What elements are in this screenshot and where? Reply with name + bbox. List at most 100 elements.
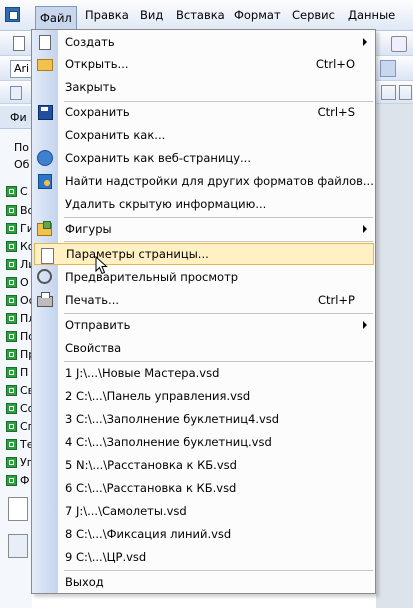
toolbar-button-icon[interactable] xyxy=(381,85,396,100)
save-disk-icon xyxy=(38,105,53,120)
shapes-panel-title: Фи xyxy=(10,111,27,124)
menu-data[interactable]: Данные xyxy=(346,7,397,24)
menu-item-shapes[interactable]: Фигуры xyxy=(32,218,375,240)
recent-file-item[interactable]: 2 C:\...\Панель управления.vsd xyxy=(32,385,375,407)
stencil-icon xyxy=(6,223,17,234)
toolbar-button-icon[interactable] xyxy=(399,85,412,100)
stencil-item[interactable]: Св xyxy=(6,382,34,399)
align-left-icon[interactable] xyxy=(380,60,396,77)
stencil-icon xyxy=(6,259,17,270)
recent-file-item[interactable]: 8 C:\...\Фиксация линий.vsd xyxy=(32,523,375,545)
stencil-icon xyxy=(6,421,17,432)
menu-edit[interactable]: Правка xyxy=(83,7,131,24)
stencil-item[interactable]: Ос xyxy=(6,292,35,309)
stencil-icon xyxy=(6,241,17,252)
stencil-icon xyxy=(6,403,17,414)
recent-file-item[interactable]: 5 N:\...\Расстановка к КБ.vsd xyxy=(32,454,375,476)
stencil-item[interactable]: Ко xyxy=(6,238,35,255)
new-document-icon[interactable] xyxy=(13,36,25,51)
stencil-item[interactable]: Те xyxy=(6,436,34,453)
recent-file-item[interactable]: 7 J:\...\Самолеты.vsd xyxy=(32,500,375,522)
shape-thumbnail[interactable] xyxy=(8,497,28,521)
menu-item-save-as-web-page[interactable]: Сохранить как веб-страницу... xyxy=(32,147,375,169)
stencil-item[interactable]: С xyxy=(6,183,32,200)
standard-toolbar xyxy=(0,31,32,56)
submenu-arrow-icon xyxy=(363,321,367,329)
menu-item-close[interactable]: Закрыть xyxy=(32,76,375,98)
menu-item-print-preview[interactable]: Предварительный просмотр xyxy=(32,266,375,288)
drawing-canvas-edge xyxy=(376,104,413,608)
shortcut-label: Ctrl+O xyxy=(315,57,355,71)
shapes-panel-header: Фи xyxy=(0,106,32,129)
menu-item-save-as[interactable]: Сохранить как... xyxy=(32,124,375,146)
menu-item-exit[interactable]: Выход xyxy=(32,571,375,593)
menu-item-new[interactable]: Создать xyxy=(32,31,375,53)
pointer-tool-icon[interactable] xyxy=(10,86,22,100)
drawing-toolbar xyxy=(0,81,32,104)
toolbar-button-icon[interactable] xyxy=(391,36,407,52)
file-menu-dropdown: Создать Открыть... Ctrl+O Закрыть Сохран… xyxy=(31,29,376,594)
stencil-item[interactable]: Со xyxy=(6,400,34,417)
align-center-icon[interactable] xyxy=(398,60,412,75)
shapes-icon xyxy=(37,221,52,236)
menu-format[interactable]: Формат xyxy=(232,7,283,24)
stencil-icon xyxy=(6,186,17,197)
search-scope-label: Об xyxy=(14,158,30,171)
stencil-icon xyxy=(6,205,17,216)
stencil-icon xyxy=(6,385,17,396)
shortcut-label: Ctrl+S xyxy=(317,105,355,119)
stencil-item[interactable]: О xyxy=(6,274,32,291)
printer-icon xyxy=(37,292,53,307)
stencil-icon xyxy=(6,277,17,288)
standard-toolbar-right xyxy=(376,31,413,56)
formatting-toolbar: Ari xyxy=(0,56,34,81)
recent-file-item[interactable]: 1 J:\...\Новые Мастера.vsd xyxy=(32,362,375,384)
stencil-icon xyxy=(6,331,17,342)
menu-view[interactable]: Вид xyxy=(138,7,165,24)
menu-item-page-setup[interactable]: Параметры страницы... xyxy=(34,243,374,265)
open-folder-icon xyxy=(37,59,53,71)
recent-file-item[interactable]: 3 C:\...\Заполнение буклетниц4.vsd xyxy=(32,408,375,430)
menu-item-find-addins[interactable]: Найти надстройки для других форматов фай… xyxy=(32,170,375,192)
stencil-item[interactable]: Ли xyxy=(6,256,35,273)
font-name-value: Ari xyxy=(14,62,30,75)
stencil-item[interactable]: Уп xyxy=(6,454,34,471)
formatting-toolbar-right xyxy=(376,56,413,81)
stencil-item[interactable]: Сп xyxy=(6,418,35,435)
page-setup-icon xyxy=(41,248,54,264)
visio-app-icon[interactable] xyxy=(5,7,20,22)
stencil-icon xyxy=(6,457,17,468)
recent-file-item[interactable]: 9 C:\...\ЦР.vsd xyxy=(32,546,375,568)
stencil-item[interactable]: Пр xyxy=(6,346,35,363)
menu-item-open[interactable]: Открыть... Ctrl+O xyxy=(32,53,375,75)
submenu-arrow-icon xyxy=(363,225,367,233)
menu-item-properties[interactable]: Свойства xyxy=(32,337,375,359)
stencil-icon xyxy=(6,439,17,450)
menu-item-print[interactable]: Печать... Ctrl+P xyxy=(32,289,375,311)
menu-item-save[interactable]: Сохранить Ctrl+S xyxy=(32,101,375,123)
menu-tools[interactable]: Сервис xyxy=(290,7,337,24)
stencil-item[interactable]: Ги xyxy=(6,220,34,237)
menu-insert[interactable]: Вставка xyxy=(174,7,227,24)
stencil-item[interactable]: Пл xyxy=(6,310,35,327)
new-document-icon xyxy=(39,35,51,50)
drawing-toolbar-right xyxy=(376,81,413,104)
stencil-item[interactable]: Ф xyxy=(6,472,32,489)
stencil-icon xyxy=(6,475,17,486)
shortcut-label: Ctrl+P xyxy=(317,293,355,307)
stencil-item[interactable]: Во xyxy=(6,202,34,219)
recent-file-item[interactable]: 6 C:\...\Расстановка к КБ.vsd xyxy=(32,477,375,499)
menu-item-remove-hidden-info[interactable]: Удалить скрытую информацию... xyxy=(32,193,375,215)
menu-bar: Файл Правка Вид Вставка Формат Сервис Да… xyxy=(0,0,413,31)
stencil-item[interactable]: П xyxy=(6,364,32,381)
menu-file[interactable]: Файл xyxy=(35,6,77,31)
shape-thumbnail[interactable] xyxy=(8,534,28,558)
print-preview-icon xyxy=(37,269,52,284)
menu-item-send-to[interactable]: Отправить xyxy=(32,314,375,336)
menu-separator xyxy=(64,241,373,242)
stencil-icon xyxy=(6,367,17,378)
search-label: По xyxy=(14,141,30,154)
find-addins-icon xyxy=(38,174,52,189)
recent-file-item[interactable]: 4 C:\...\Заполнение буклетниц.vsd xyxy=(32,431,375,453)
stencil-item[interactable]: По xyxy=(6,328,35,345)
